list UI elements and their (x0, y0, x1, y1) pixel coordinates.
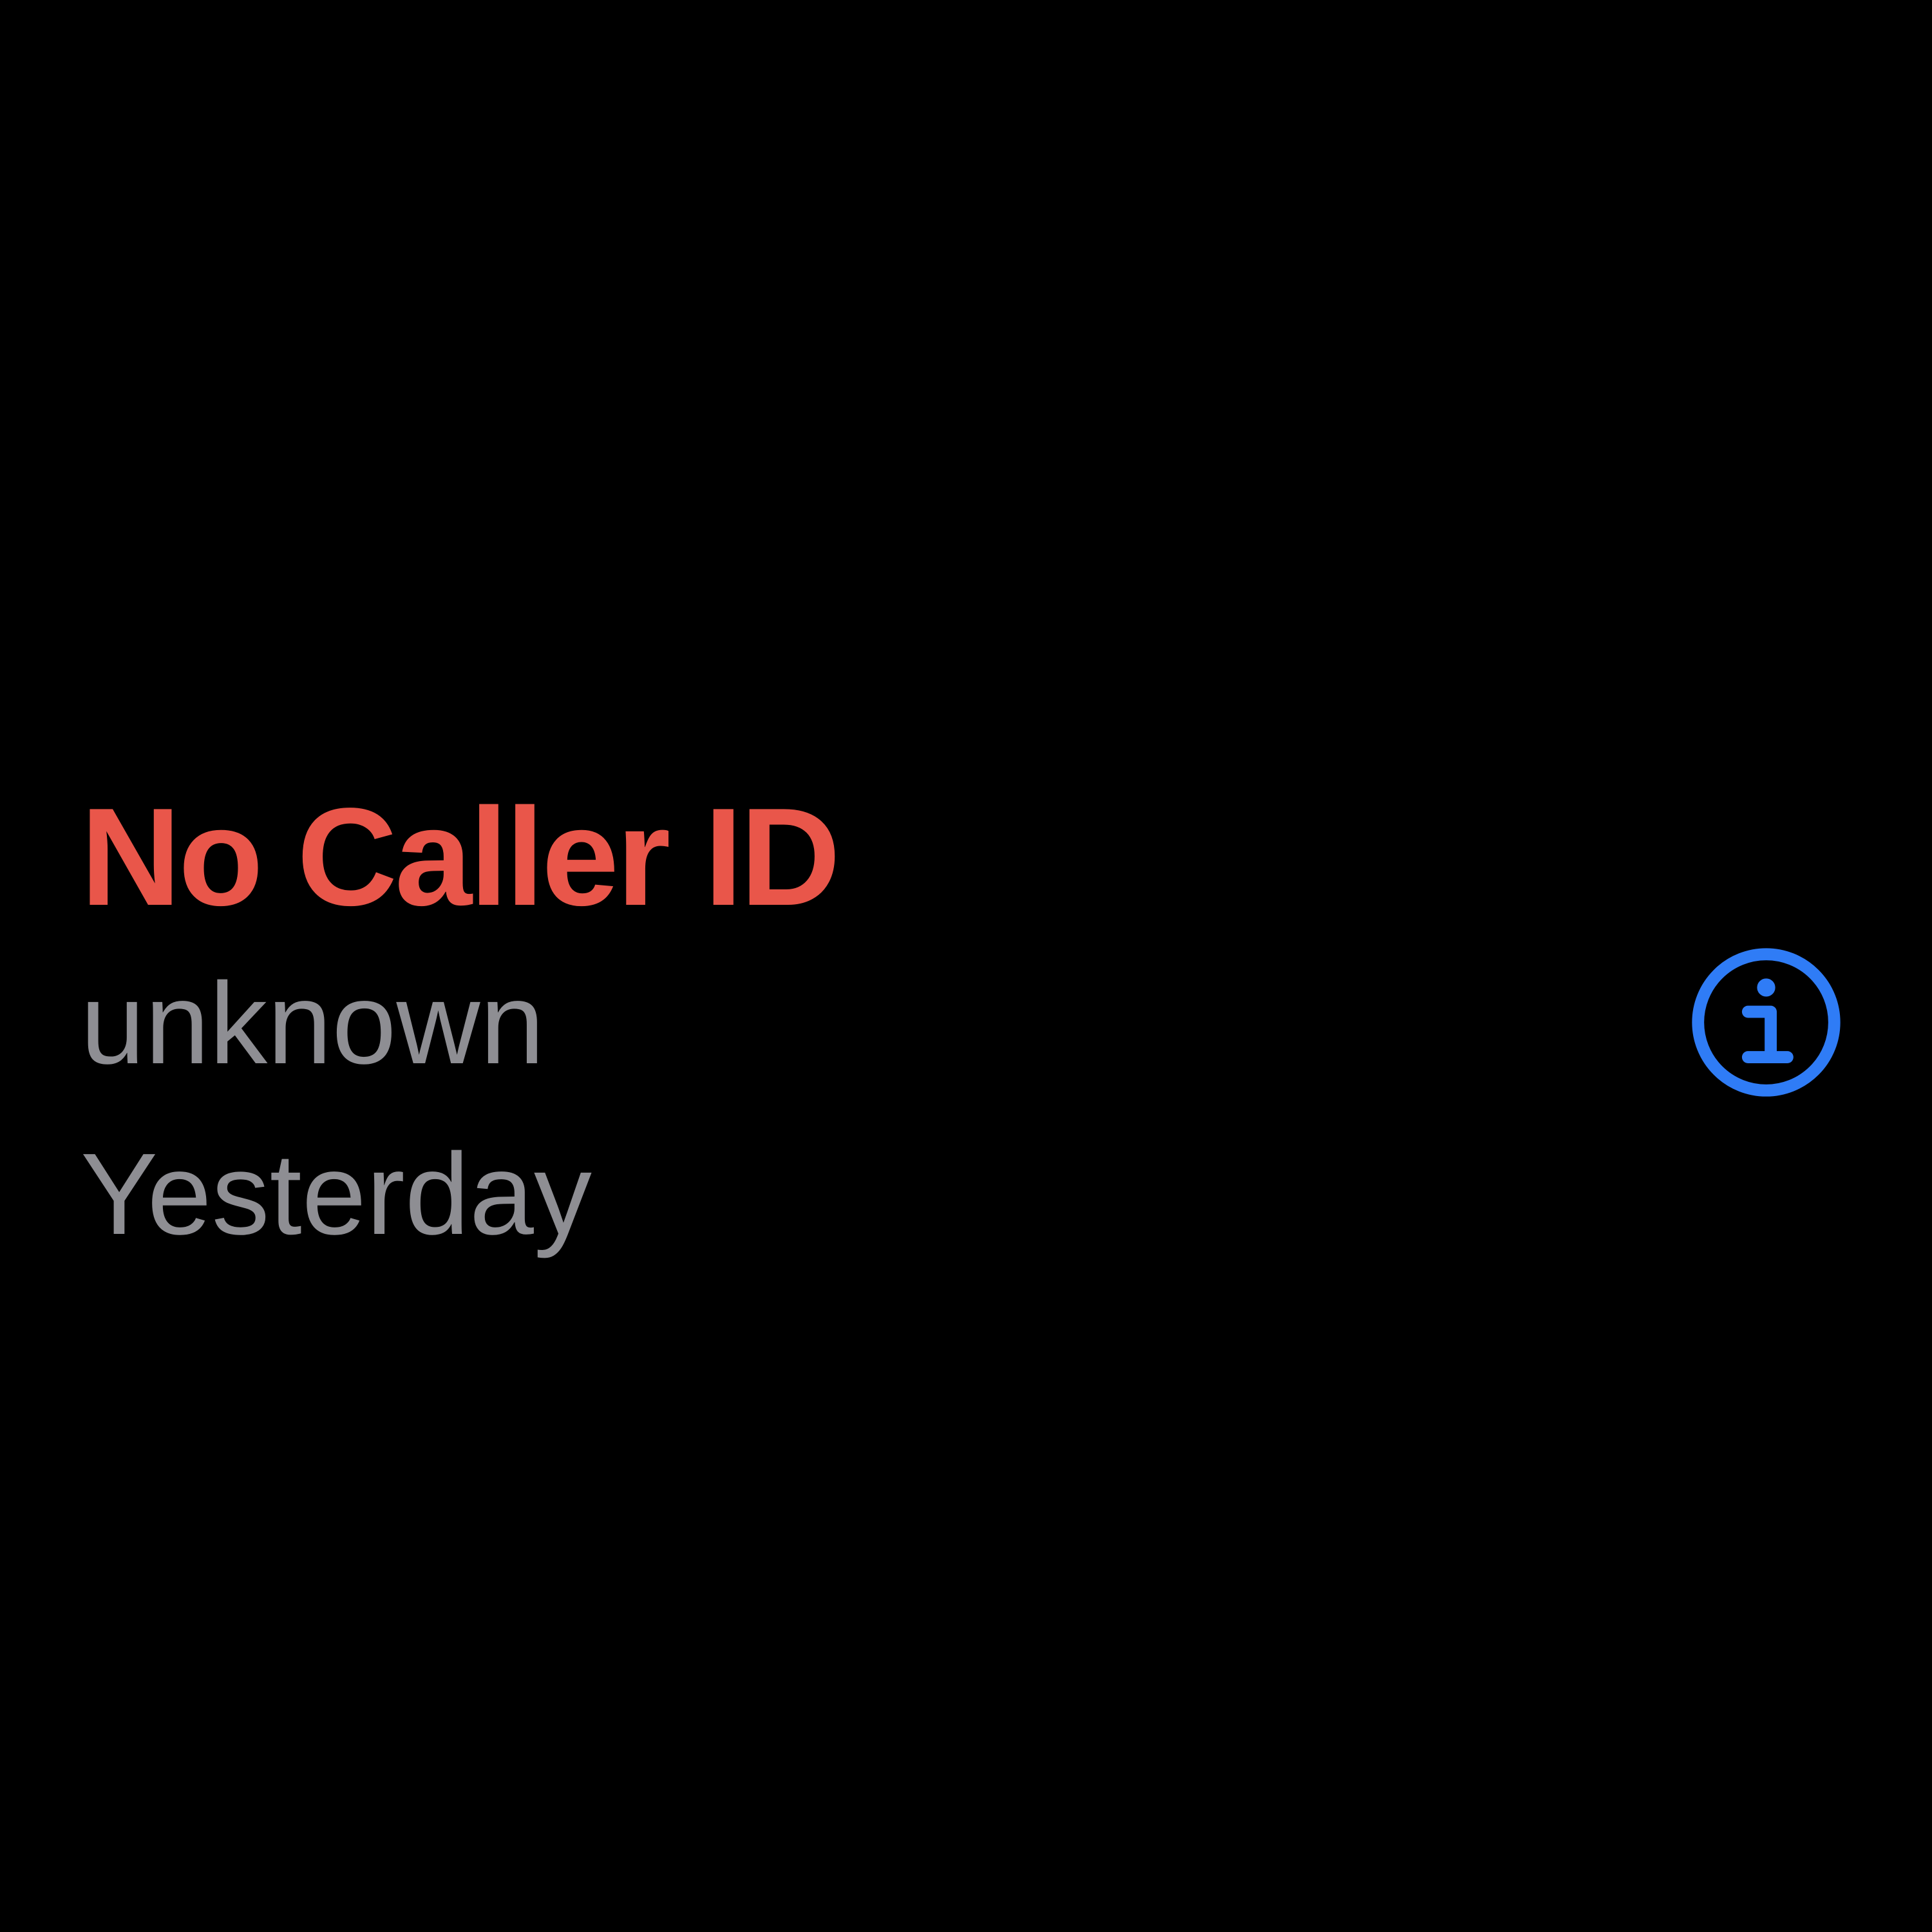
info-button[interactable] (1690, 947, 1842, 1098)
caller-name: No Caller ID (80, 779, 840, 934)
info-circle-icon (1692, 948, 1841, 1097)
call-date: Yesterday (80, 1130, 592, 1259)
recent-call-row[interactable]: No Caller ID unknown Yesterday (0, 760, 1932, 1288)
caller-label: unknown (80, 959, 545, 1088)
